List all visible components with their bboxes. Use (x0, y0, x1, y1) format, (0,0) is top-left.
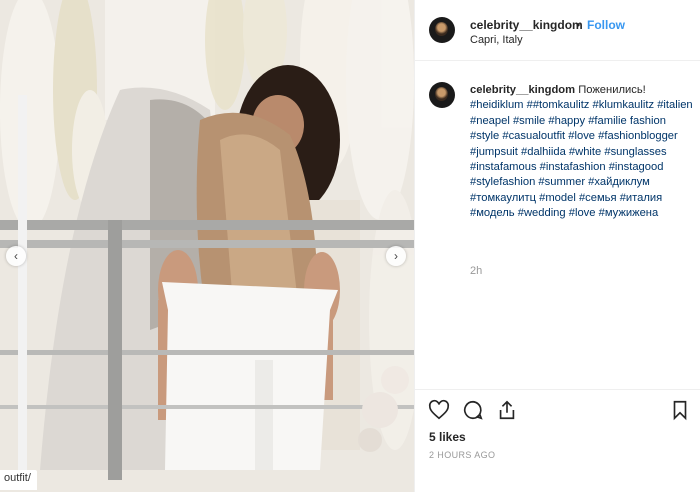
hashtag-link[interactable]: #fashionblogger (598, 130, 678, 142)
post-time-ago: 2 HOURS AGO (429, 450, 496, 460)
chevron-right-icon: › (394, 249, 398, 263)
hashtag-link[interactable]: #smile (513, 115, 545, 127)
post-header: celebrity__kingdom • Follow Capri, Italy (415, 0, 700, 61)
hashtag-link[interactable]: #instagood (609, 161, 664, 173)
caption-time: 2h (470, 265, 483, 277)
hashtag-link[interactable]: #casualoutfit (502, 130, 565, 142)
hashtag-link[interactable]: #томкаулитц (470, 192, 536, 204)
hashtag-link[interactable]: #instafamous (470, 161, 537, 173)
bookmark-icon[interactable] (669, 399, 691, 421)
hashtag-link[interactable]: #heidiklum (470, 99, 523, 111)
hashtag-link[interactable]: #summer (538, 176, 585, 188)
action-bar: 5 likes 2 HOURS AGO (415, 389, 700, 490)
hashtag-link[interactable]: #instafashion (540, 161, 606, 173)
hashtag-link[interactable]: #wedding (518, 207, 566, 219)
hashtag-link[interactable]: #модель (470, 207, 515, 219)
hashtag-link[interactable]: ##tomkaulitz (527, 99, 590, 111)
caption-text: Поженились! (578, 84, 646, 96)
hashtag-link[interactable]: #sunglasses (604, 146, 666, 158)
header-username[interactable]: celebrity__kingdom (470, 18, 583, 32)
hashtag-list: #heidiklum ##tomkaulitz #klumkaulitz #it… (470, 99, 693, 219)
heart-icon[interactable] (428, 399, 450, 421)
caption-username[interactable]: celebrity__kingdom (470, 84, 575, 96)
follow-button[interactable]: Follow (587, 18, 625, 32)
location-link[interactable]: Capri, Italy (470, 34, 523, 46)
previous-photo-button[interactable]: ‹ (6, 246, 26, 266)
post-sidebar: celebrity__kingdom • Follow Capri, Italy… (414, 0, 700, 492)
chevron-left-icon: ‹ (14, 249, 18, 263)
hashtag-link[interactable]: #love (569, 207, 596, 219)
wedding-photo-illustration (0, 0, 414, 492)
avatar[interactable] (429, 17, 455, 43)
hashtag-link[interactable]: #семья (579, 192, 617, 204)
post-photo[interactable]: ‹ › outfit/ (0, 0, 414, 492)
hashtag-link[interactable]: #familie (588, 115, 627, 127)
instagram-post: ‹ › outfit/ celebrity__kingdom • Follow … (0, 0, 700, 492)
comment-icon[interactable] (462, 399, 484, 421)
separator-dot: • (576, 18, 581, 32)
share-icon[interactable] (496, 399, 518, 421)
hashtag-link[interactable]: #мужижена (599, 207, 659, 219)
hashtag-link[interactable]: fashion (630, 115, 666, 127)
hashtag-link[interactable]: #white (569, 146, 601, 158)
hashtag-link[interactable]: #love (568, 130, 595, 142)
hashtag-link[interactable]: #jumpsuit (470, 146, 518, 158)
caption-avatar[interactable] (429, 82, 455, 108)
next-photo-button[interactable]: › (386, 246, 406, 266)
hashtag-link[interactable]: #klumkaulitz (593, 99, 655, 111)
post-caption: celebrity__kingdom Поженились! #heidiklu… (470, 83, 696, 222)
photo-caption-fragment: outfit/ (0, 470, 37, 490)
hashtag-link[interactable]: #dalhiida (521, 146, 566, 158)
hashtag-link[interactable]: #хайдиклум (588, 176, 650, 188)
hashtag-link[interactable]: #style (470, 130, 499, 142)
hashtag-link[interactable]: #neapel (470, 115, 510, 127)
hashtag-link[interactable]: #италия (620, 192, 663, 204)
hashtag-link[interactable]: #italien (657, 99, 692, 111)
hashtag-link[interactable]: #happy (548, 115, 585, 127)
hashtag-link[interactable]: #stylefashion (470, 176, 535, 188)
likes-count[interactable]: 5 likes (429, 430, 466, 444)
hashtag-link[interactable]: #model (539, 192, 576, 204)
